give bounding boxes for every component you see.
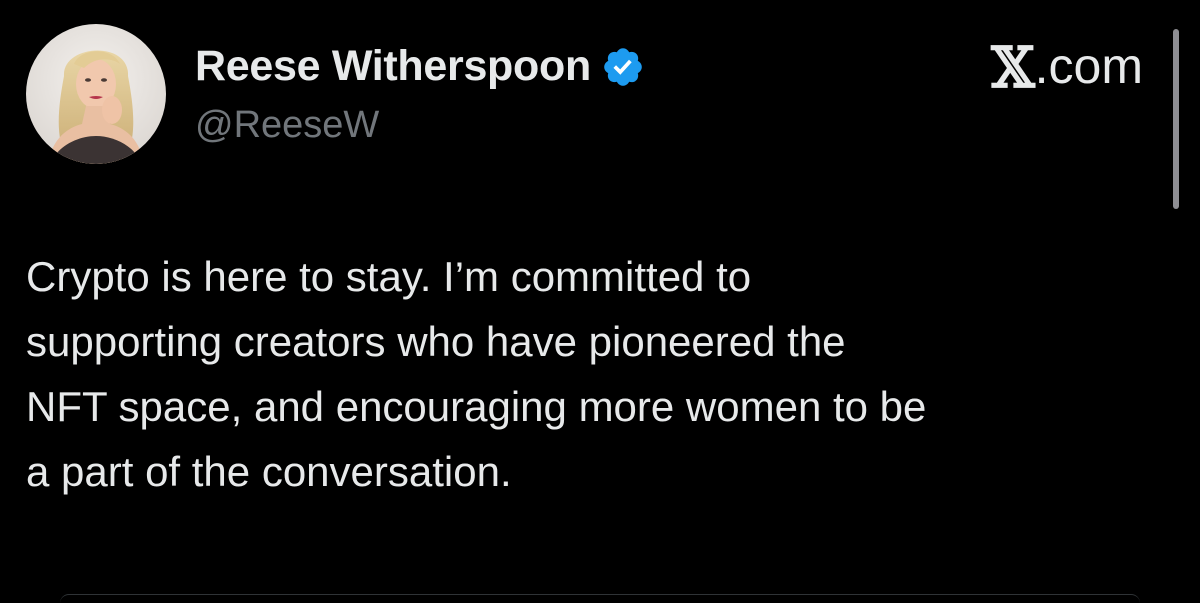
avatar-photo-icon <box>26 24 166 164</box>
author-name-row: Reese Witherspoon <box>195 38 645 94</box>
x-logo-icon: 𝕏 <box>991 35 1035 101</box>
author-handle[interactable]: @ReeseW <box>195 104 645 147</box>
source-logo: 𝕏 .com <box>991 35 1143 101</box>
scrollbar[interactable] <box>1173 29 1179 209</box>
tweet-text: Crypto is here to stay. I’m committed to… <box>26 253 927 495</box>
author-display-name[interactable]: Reese Witherspoon <box>195 42 591 91</box>
tweet-card: Reese Witherspoon @ReeseW 𝕏 .com Crypto … <box>0 0 1200 602</box>
source-domain: .com <box>1034 38 1143 94</box>
tweet-author: Reese Witherspoon @ReeseW <box>195 38 645 147</box>
verified-badge-icon[interactable] <box>601 45 645 89</box>
profile-avatar[interactable] <box>26 24 166 164</box>
